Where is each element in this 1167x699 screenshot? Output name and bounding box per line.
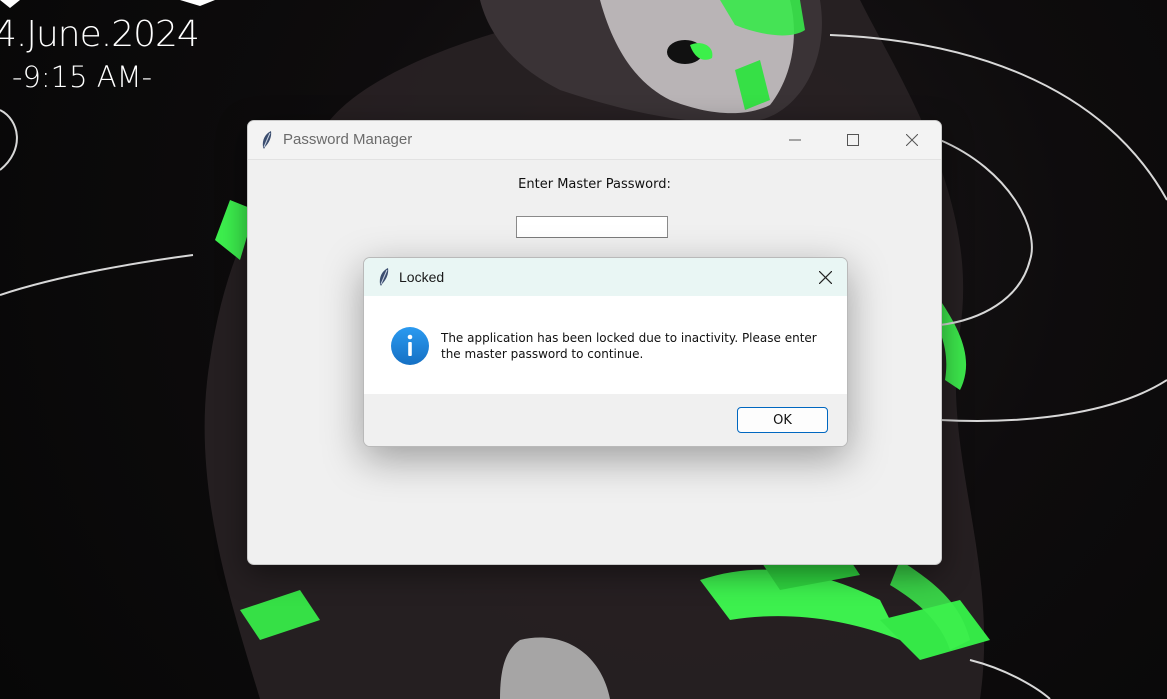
locked-dialog[interactable]: Locked The application has been locked d… bbox=[363, 257, 848, 447]
window-titlebar[interactable]: Password Manager bbox=[248, 121, 941, 160]
dialog-message: The application has been locked due to i… bbox=[441, 331, 817, 361]
dialog-close-button[interactable] bbox=[803, 258, 847, 296]
minimize-icon bbox=[789, 139, 801, 141]
info-icon bbox=[391, 327, 429, 365]
maximize-icon bbox=[847, 134, 859, 146]
dialog-title: Locked bbox=[399, 269, 445, 285]
master-password-label: Enter Master Password: bbox=[518, 177, 671, 192]
desktop-date: 4.June.2024 bbox=[0, 14, 200, 55]
close-button[interactable] bbox=[883, 121, 941, 159]
dialog-titlebar[interactable]: Locked bbox=[364, 258, 847, 296]
minimize-button[interactable] bbox=[766, 121, 824, 159]
window-title: Password Manager bbox=[283, 131, 413, 148]
ok-button[interactable]: OK bbox=[737, 407, 828, 433]
close-icon bbox=[818, 270, 832, 284]
close-icon bbox=[906, 134, 918, 146]
dialog-body: The application has been locked due to i… bbox=[364, 296, 847, 394]
feather-icon bbox=[379, 268, 389, 286]
dialog-footer: OK bbox=[364, 394, 847, 446]
desktop-time: -9:15 AM- bbox=[12, 60, 153, 94]
master-password-input[interactable] bbox=[516, 216, 668, 238]
maximize-button[interactable] bbox=[824, 121, 882, 159]
desktop: 4.June.2024 -9:15 AM- Password Manager E… bbox=[0, 0, 1167, 699]
feather-icon bbox=[262, 131, 272, 149]
